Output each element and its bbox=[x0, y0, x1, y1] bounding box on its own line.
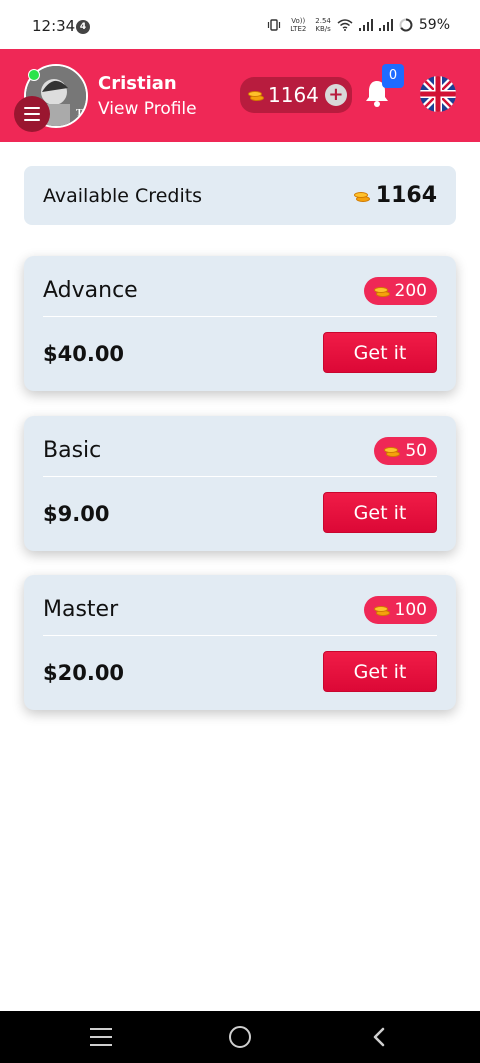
package-name: Advance bbox=[43, 278, 138, 303]
menu-icon-line bbox=[24, 113, 40, 115]
available-credits-panel: Available Credits 1164 bbox=[24, 166, 456, 225]
card-divider bbox=[43, 476, 437, 477]
available-credits-value: 1164 bbox=[375, 183, 437, 208]
menu-icon-line bbox=[24, 107, 40, 109]
package-card-advance: Advance 200 $40.00 Get it bbox=[24, 256, 456, 391]
wifi-icon bbox=[337, 19, 353, 31]
package-credits-badge: 50 bbox=[374, 437, 437, 465]
get-it-button[interactable]: Get it bbox=[323, 332, 437, 373]
avatar-text: TRUN bbox=[76, 108, 88, 119]
card-divider bbox=[43, 635, 437, 636]
package-credits: 200 bbox=[394, 281, 427, 301]
coin-icon bbox=[373, 284, 390, 298]
coin-icon bbox=[353, 189, 370, 203]
package-credits-badge: 200 bbox=[363, 277, 437, 305]
status-icons: Vo)) LTE2 2.54 KB/s 59% bbox=[267, 17, 450, 33]
status-notification-count: 4 bbox=[76, 20, 90, 34]
system-nav-bar bbox=[0, 1011, 480, 1063]
coin-icon bbox=[384, 444, 401, 458]
speed-value: 2.54 bbox=[315, 17, 331, 25]
vibrate-icon bbox=[268, 19, 281, 31]
get-it-button[interactable]: Get it bbox=[323, 651, 437, 692]
view-profile-link[interactable]: View Profile bbox=[98, 99, 197, 119]
back-icon[interactable] bbox=[372, 1027, 386, 1047]
menu-button[interactable] bbox=[14, 96, 50, 132]
package-name: Basic bbox=[43, 438, 102, 463]
speed-unit: KB/s bbox=[315, 25, 331, 33]
app-header: TRUN Cristian View Profile 1164 + 0 bbox=[0, 49, 480, 142]
available-credits-value-group: 1164 bbox=[353, 183, 437, 208]
home-button[interactable] bbox=[229, 1026, 251, 1048]
recent-apps-button[interactable] bbox=[90, 1028, 112, 1046]
package-price: $9.00 bbox=[43, 502, 110, 526]
package-price: $20.00 bbox=[43, 661, 125, 685]
signal-icon bbox=[358, 19, 373, 31]
uk-flag-icon[interactable] bbox=[420, 76, 456, 112]
online-status-dot bbox=[28, 69, 40, 81]
coin-icon bbox=[248, 88, 264, 102]
header-credits-amount: 1164 bbox=[268, 83, 319, 107]
user-name: Cristian bbox=[98, 73, 177, 94]
recent-apps-icon-line bbox=[90, 1028, 112, 1030]
battery-percent: 59% bbox=[418, 17, 450, 33]
package-credits-badge: 100 bbox=[363, 596, 437, 624]
menu-icon-line bbox=[24, 119, 40, 121]
header-credits[interactable]: 1164 + bbox=[240, 77, 352, 113]
package-card-basic: Basic 50 $9.00 Get it bbox=[24, 416, 456, 551]
battery-icon bbox=[399, 18, 413, 32]
available-credits-label: Available Credits bbox=[43, 185, 203, 207]
recent-apps-icon-line bbox=[90, 1036, 112, 1038]
package-credits: 50 bbox=[405, 441, 427, 461]
package-price: $40.00 bbox=[43, 342, 125, 366]
network-speed: 2.54 KB/s bbox=[315, 17, 331, 33]
notification-badge: 0 bbox=[382, 64, 404, 88]
package-name: Master bbox=[43, 597, 119, 622]
recent-apps-icon-line bbox=[90, 1044, 112, 1046]
coin-icon bbox=[373, 603, 390, 617]
network-label: Vo)) LTE2 bbox=[290, 17, 307, 33]
get-it-button[interactable]: Get it bbox=[323, 492, 437, 533]
signal-icon-2 bbox=[378, 19, 393, 31]
status-bar: 12:34 4 Vo)) LTE2 2.54 KB/s 59% bbox=[0, 0, 480, 49]
package-card-master: Master 100 $20.00 Get it bbox=[24, 575, 456, 710]
card-divider bbox=[43, 316, 437, 317]
add-credits-button[interactable]: + bbox=[324, 84, 347, 106]
status-time: 12:34 bbox=[32, 17, 76, 35]
package-credits: 100 bbox=[394, 600, 427, 620]
